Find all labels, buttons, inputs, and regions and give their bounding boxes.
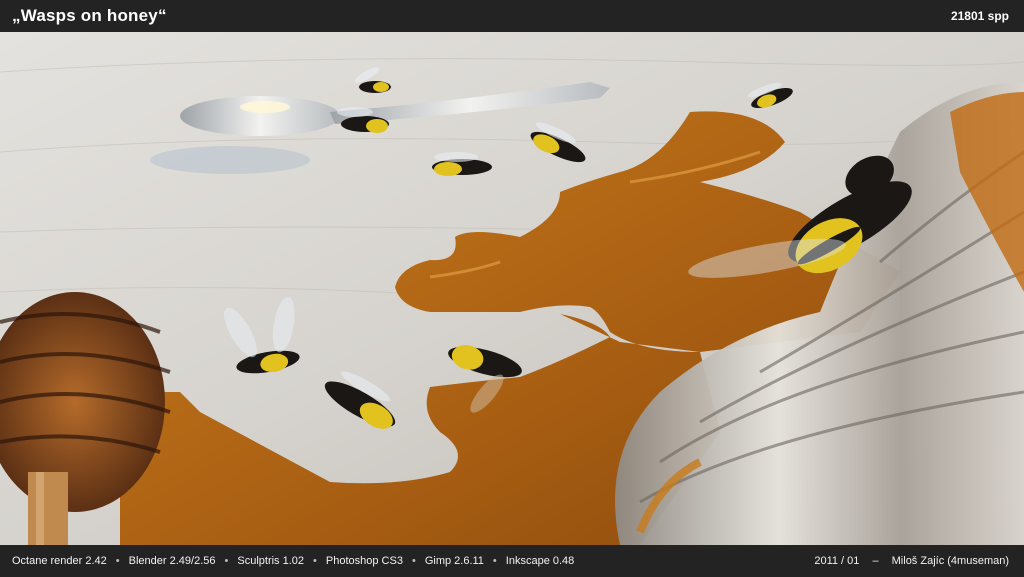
tool-credit: Octane render 2.42	[12, 555, 107, 567]
tool-credit: Photoshop CS3	[325, 555, 403, 567]
bullet-separator: •	[115, 555, 120, 567]
samples-per-pixel: 21801 spp	[950, 9, 1009, 23]
author-name: Miloš Zajíc (4museman)	[891, 555, 1009, 567]
render-image	[0, 32, 1024, 545]
footer-bar: Octane render 2.42 • Blender 2.49/2.56 •…	[0, 545, 1024, 577]
creation-date: 2011 / 01	[814, 555, 860, 567]
honey-scene-illustration	[0, 32, 1024, 545]
tool-credit: Gimp 2.6.11	[424, 555, 484, 567]
image-title: „Wasps on honey“	[12, 6, 167, 25]
bullet-separator: •	[492, 555, 497, 567]
tool-credit: Sculptris 1.02	[237, 555, 305, 567]
tool-credit: Blender 2.49/2.56	[128, 555, 216, 567]
software-credits: Octane render 2.42 • Blender 2.49/2.56 •…	[12, 555, 574, 567]
bullet-separator: •	[224, 555, 229, 567]
author-credit: 2011 / 01 – Miloš Zajíc (4museman)	[814, 555, 1009, 567]
bullet-separator: •	[411, 555, 416, 567]
dash-separator: –	[872, 555, 879, 567]
bullet-separator: •	[313, 555, 317, 567]
tool-credit: Inkscape 0.48	[505, 555, 575, 567]
header-bar: „Wasps on honey“ 21801 spp	[0, 0, 1024, 32]
